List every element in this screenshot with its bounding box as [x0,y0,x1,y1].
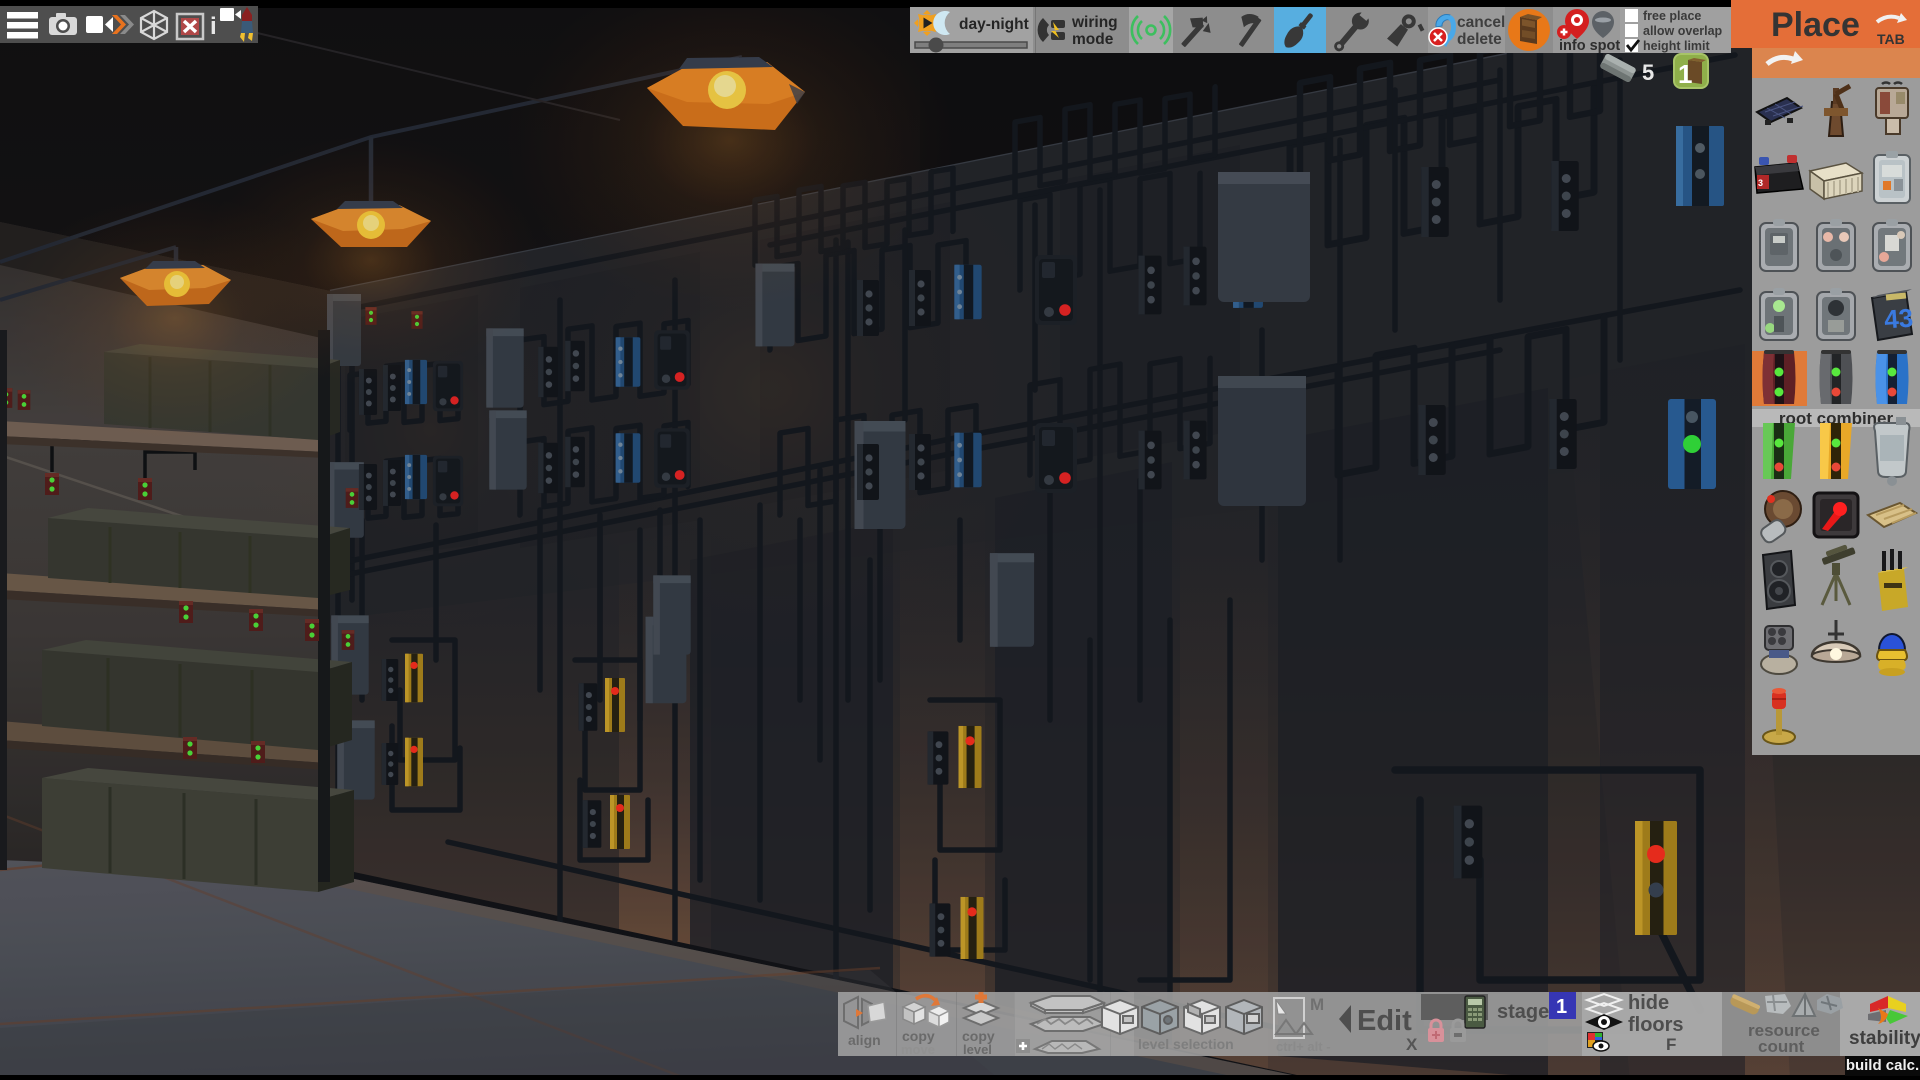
svg-text:move: move [901,1042,935,1056]
svg-text:info spot: info spot [1559,38,1620,53]
svg-text:F: F [1666,1035,1676,1054]
svg-text:floors: floors [1628,1014,1684,1036]
svg-text:ctrl+ alt -: ctrl+ alt - [1276,1039,1331,1054]
svg-text:stability: stability [1849,1028,1920,1049]
svg-text:free place: free place [1643,9,1701,23]
svg-text:hide: hide [1628,992,1669,1014]
svg-text:day-night: day-night [959,16,1029,33]
svg-text:1: 1 [1678,59,1692,89]
svg-text:cancel: cancel [1457,14,1505,31]
svg-text:1: 1 [1556,996,1567,1018]
svg-text:delete: delete [1457,31,1502,48]
svg-text:level selection: level selection [1138,1036,1234,1052]
svg-text:height limit: height limit [1643,39,1711,53]
svg-text:X: X [1406,1035,1418,1054]
svg-text:TAB: TAB [1877,31,1905,47]
svg-text:wiring: wiring [1071,14,1118,31]
svg-text:mode: mode [1072,31,1114,48]
svg-text:align: align [848,1032,881,1048]
svg-text:Place: Place [1771,6,1860,44]
svg-text:level: level [963,1042,992,1056]
svg-text:allow overlap: allow overlap [1643,24,1723,38]
svg-text:5: 5 [1642,60,1654,85]
svg-text:i: i [210,13,217,40]
svg-text:M: M [1310,995,1324,1014]
svg-text:Edit: Edit [1357,1005,1412,1037]
svg-text:count: count [1758,1037,1805,1056]
svg-text:3: 3 [1758,178,1763,188]
svg-text:43: 43 [1883,303,1914,335]
svg-text:stage: stage [1497,1001,1549,1023]
